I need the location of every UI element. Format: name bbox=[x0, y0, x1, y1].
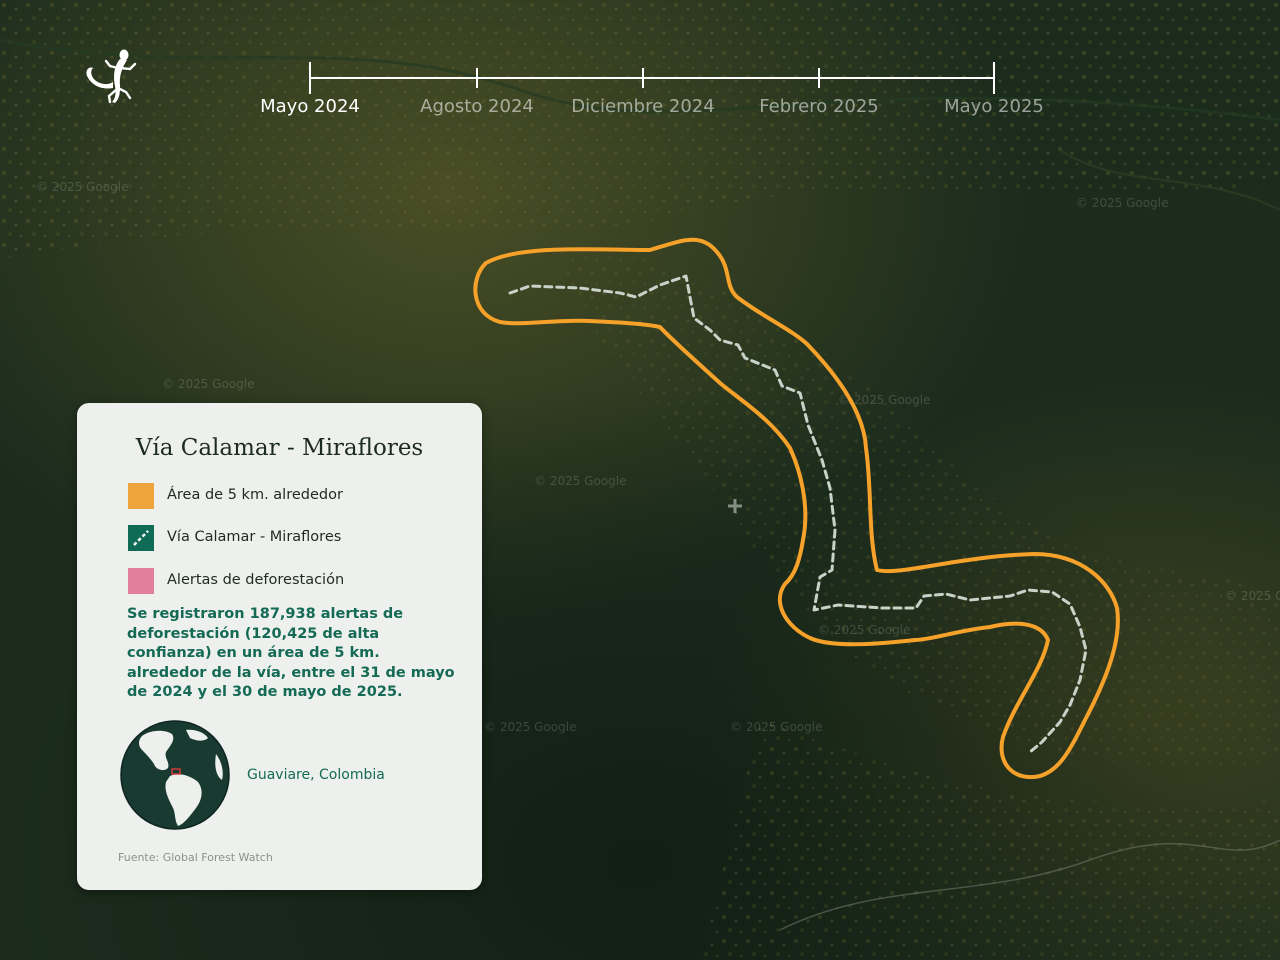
dashed-road-square-icon bbox=[128, 525, 154, 551]
legend-panel: Vía Calamar - Miraflores Área de 5 km. a… bbox=[77, 403, 482, 890]
pink-square-icon bbox=[128, 568, 154, 594]
timeline-label-mayo-2025[interactable]: Mayo 2025 bbox=[904, 96, 1084, 117]
timeline-label-diciembre-2024[interactable]: Diciembre 2024 bbox=[553, 96, 733, 117]
legend-description: Se registraron 187,938 alertas de defore… bbox=[127, 606, 455, 700]
legend-item-label: Área de 5 km. alrededor bbox=[167, 487, 343, 503]
legend-item-label: Alertas de deforestación bbox=[167, 572, 345, 588]
map-stage[interactable]: © 2025 Google © 2025 Google © 2025 Googl… bbox=[0, 0, 1280, 960]
buffer-area[interactable] bbox=[473, 237, 1120, 780]
timeline-label-mayo-2024[interactable]: Mayo 2024 bbox=[220, 96, 400, 117]
orange-square-icon bbox=[128, 483, 154, 509]
location-label: Guaviare, Colombia bbox=[247, 767, 385, 783]
timeline-label-agosto-2024[interactable]: Agosto 2024 bbox=[387, 96, 567, 117]
globe-icon bbox=[120, 720, 230, 830]
legend-title: Vía Calamar - Miraflores bbox=[135, 435, 424, 461]
source-label: Fuente: Global Forest Watch bbox=[118, 851, 273, 864]
crosshair-icon bbox=[728, 499, 742, 513]
legend-item-label: Vía Calamar - Miraflores bbox=[167, 529, 342, 545]
road-line[interactable] bbox=[508, 274, 1088, 754]
timeline-label-febrero-2025[interactable]: Febrero 2025 bbox=[729, 96, 909, 117]
timeline: Mayo 2024 Agosto 2024 Diciembre 2024 Feb… bbox=[0, 0, 1280, 130]
